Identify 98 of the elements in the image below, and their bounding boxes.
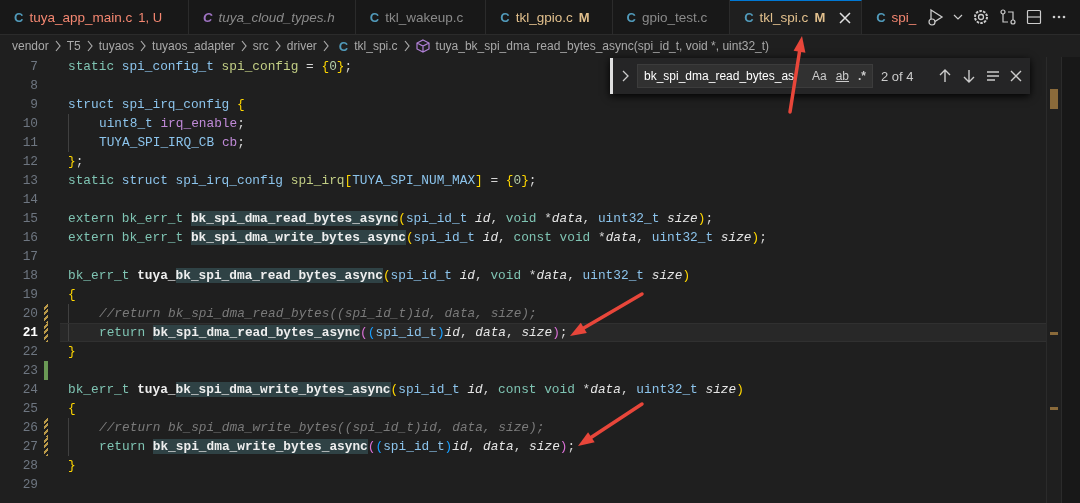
code-line: extern bk_err_t bk_spi_dma_read_bytes_async(spi_id_t id, void *data, uint32_t size); xyxy=(68,211,714,226)
code-line: }; xyxy=(68,154,84,169)
line-number: 23 xyxy=(21,362,38,380)
arrow-down-icon[interactable] xyxy=(962,69,976,83)
tab-status: 1, U xyxy=(138,9,163,25)
cube-icon xyxy=(415,39,430,53)
line-number: 10 xyxy=(21,115,38,133)
line-number: 8 xyxy=(29,77,38,95)
code-line: struct spi_irq_config { xyxy=(68,97,245,112)
line-number: 22 xyxy=(21,343,38,361)
file-type-icon: C xyxy=(14,9,24,25)
file-type-icon: C xyxy=(338,38,349,54)
editor-tab[interactable]: C tkl_spi.c M xyxy=(730,0,863,34)
breadcrumb-item[interactable]: vendor xyxy=(12,39,49,53)
tab-label: spi_ xyxy=(891,9,917,25)
line-number: 20 xyxy=(21,305,38,323)
code-line: extern bk_err_t bk_spi_dma_write_bytes_async(spi_id_t id, const void *data, uint32_t size); xyxy=(68,230,767,245)
toggle-button[interactable]: Aa xyxy=(809,68,829,84)
chevron-right-icon xyxy=(139,40,148,52)
toggle-button[interactable]: .* xyxy=(856,68,868,84)
tab-label: tuya_cloud_types.h xyxy=(218,9,335,25)
chevron-down-icon[interactable] xyxy=(953,12,964,22)
arrow-up-icon[interactable] xyxy=(938,69,952,83)
line-number: 18 xyxy=(21,267,38,285)
split-editor-icon[interactable] xyxy=(1026,9,1043,25)
change-marker[interactable] xyxy=(44,323,48,342)
annotation-arrow xyxy=(578,402,644,446)
tab-label: gpio_test.c xyxy=(641,9,708,25)
change-marker[interactable] xyxy=(44,418,48,437)
file-type-icon: C xyxy=(744,10,754,25)
chevron-right-icon xyxy=(85,40,94,52)
chevron-right-icon xyxy=(53,40,62,52)
breadcrumb-item[interactable]: C tkl_spi.c xyxy=(334,38,398,54)
close-icon[interactable] xyxy=(839,11,852,24)
line-number: 12 xyxy=(21,153,38,171)
breadcrumb-item[interactable]: tuyaos_adapter xyxy=(152,39,235,53)
change-marker[interactable] xyxy=(44,304,48,323)
chevron-right-icon xyxy=(402,40,411,52)
tab-status: M xyxy=(814,10,826,25)
code-line: return bk_spi_dma_read_bytes_async((spi_id_t)id, data, size); xyxy=(99,325,568,340)
chevron-right-icon xyxy=(273,40,282,52)
line-number: 29 xyxy=(21,476,38,494)
file-type-icon: C xyxy=(876,9,886,25)
line-number: 25 xyxy=(21,400,38,418)
line-number: 24 xyxy=(21,381,38,399)
code-line: bk_err_t tuya_bk_spi_dma_write_bytes_async(spi_id_t id, const void *data, uint32_t size) xyxy=(68,382,744,397)
breadcrumb-item[interactable]: driver xyxy=(286,39,317,53)
line-number: 26 xyxy=(21,419,38,437)
line-number: 15 xyxy=(21,210,38,228)
code-line: TUYA_SPI_IRQ_CB cb; xyxy=(99,135,245,150)
file-type-icon: C xyxy=(626,9,636,25)
code-line: static spi_config_t spi_config = {0}; xyxy=(68,59,353,74)
tab-label: tkl_wakeup.c xyxy=(385,9,464,25)
code-line: { xyxy=(68,287,76,302)
line-number: 11 xyxy=(21,134,38,152)
code-line: //return bk_spi_dma_read_bytes((spi_id_t)id, data, size); xyxy=(99,306,537,321)
search-field[interactable]: bk_spi_dma_read_bytes_as Aa ab .* xyxy=(637,64,873,88)
toggle-button[interactable]: ab xyxy=(833,68,851,84)
line-number: 21 xyxy=(21,324,38,342)
close-icon[interactable] xyxy=(1010,70,1022,82)
code-line: static struct spi_irq_config spi_irq[TUYA_SPI_NUM_MAX] = {0}; xyxy=(68,173,537,188)
breadcrumb-item[interactable]: src xyxy=(252,39,269,53)
code-line: uint8_t irq_enable; xyxy=(99,116,245,131)
code-line: } xyxy=(68,458,76,473)
code-line: return bk_spi_dma_write_bytes_async((spi_id_t)id, data, size); xyxy=(99,439,576,454)
line-number: 16 xyxy=(21,229,38,247)
tab-status: M xyxy=(578,9,590,25)
file-type-icon: C xyxy=(369,9,380,25)
line-number: 9 xyxy=(29,96,38,114)
line-number: 7 xyxy=(29,58,38,76)
breadcrumb-item[interactable]: tuyaos xyxy=(98,39,135,53)
lines-icon[interactable] xyxy=(986,69,1000,83)
chevron-right-icon xyxy=(321,40,330,52)
code-line: } xyxy=(68,344,76,359)
line-number: 17 xyxy=(21,248,38,266)
settings-icon[interactable] xyxy=(972,8,991,26)
file-type-icon: C xyxy=(500,9,510,25)
run-debug-icon[interactable] xyxy=(926,8,945,26)
breadcrumb-item[interactable]: T5 xyxy=(66,39,81,53)
file-type-icon: C xyxy=(203,9,213,25)
code-line: //return bk_spi_dma_write_bytes((spi_id_t)id, data, size); xyxy=(99,420,545,435)
breadcrumb-item[interactable]: tuya_bk_spi_dma_read_bytes_async(spi_id_t, void *, uint32_t) xyxy=(415,39,770,53)
code-line: { xyxy=(68,401,76,416)
compare-changes-icon[interactable] xyxy=(999,8,1018,26)
chevron-right-icon[interactable] xyxy=(621,69,631,83)
tab-label: tkl_gpio.c xyxy=(515,9,573,25)
line-number: 27 xyxy=(21,438,38,456)
line-number: 14 xyxy=(21,191,38,209)
change-marker[interactable] xyxy=(44,361,48,380)
change-marker[interactable] xyxy=(44,437,48,456)
match-count: 2 of 4 xyxy=(881,68,915,84)
tab-label: tuya_app_main.c xyxy=(29,9,133,25)
line-number: 28 xyxy=(21,457,38,475)
tab-label: tkl_spi.c xyxy=(759,10,809,25)
chevron-right-icon xyxy=(239,40,248,52)
line-number: 13 xyxy=(21,172,38,190)
line-number: 19 xyxy=(21,286,38,304)
code-line: bk_err_t tuya_bk_spi_dma_read_bytes_async(spi_id_t id, void *data, uint32_t size) xyxy=(68,268,691,283)
